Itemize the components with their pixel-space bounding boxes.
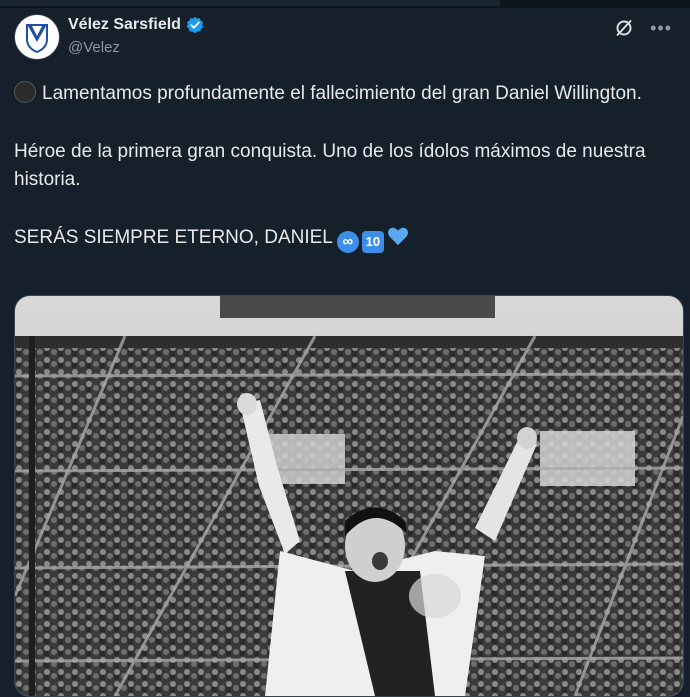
paragraph-2: Héroe de la primera gran conquista. Uno … xyxy=(14,141,646,190)
grok-icon[interactable] xyxy=(614,18,634,38)
paragraph-1: Lamentamos profundamente el fallecimient… xyxy=(14,80,664,108)
paragraph-1-text: Lamentamos profundamente el fallecimient… xyxy=(42,83,642,104)
paragraph-3: SERÁS SIEMPRE ETERNO, DANIEL ∞ 10 xyxy=(14,224,664,253)
avatar[interactable] xyxy=(14,14,60,60)
keycap-ten-emoji-icon: 10 xyxy=(361,231,384,253)
window-top-bar xyxy=(0,0,690,8)
black-circle-icon xyxy=(14,81,36,103)
stadium-celebration-photo xyxy=(15,296,683,696)
more-options-icon[interactable]: ••• xyxy=(650,19,672,37)
top-strip xyxy=(0,0,500,6)
name-row: Vélez Sarsfield xyxy=(68,16,204,34)
display-name[interactable]: Vélez Sarsfield xyxy=(68,16,181,34)
tweet-photo[interactable] xyxy=(14,295,684,697)
blue-heart-icon xyxy=(387,227,408,246)
handle[interactable]: @Velez xyxy=(68,39,120,56)
tweet-header: Vélez Sarsfield @Velez ••• xyxy=(14,14,680,64)
tweet-text: Lamentamos profundamente el fallecimient… xyxy=(14,80,664,253)
velez-shield-icon xyxy=(15,15,59,59)
verified-badge-icon xyxy=(186,16,204,34)
header-actions: ••• xyxy=(614,18,672,38)
paragraph-3-text: SERÁS SIEMPRE ETERNO, DANIEL xyxy=(14,227,333,248)
infinity-emoji-icon: ∞ xyxy=(336,231,359,253)
